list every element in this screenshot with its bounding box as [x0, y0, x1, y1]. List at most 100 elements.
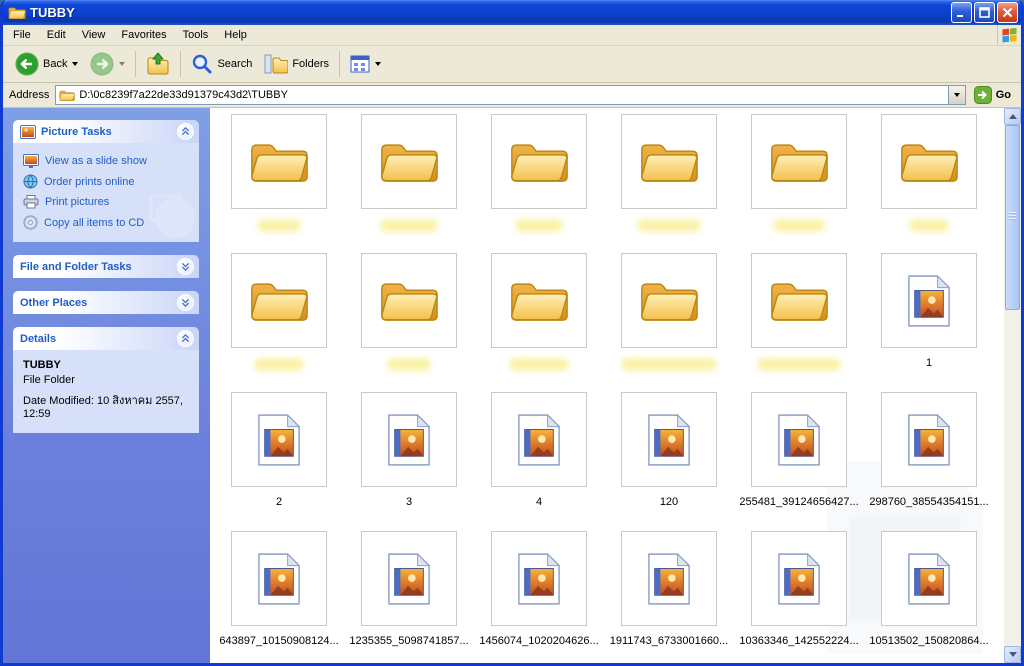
menu-file[interactable]: File	[5, 26, 39, 44]
address-dropdown-button[interactable]	[947, 86, 965, 104]
thumbnail-frame[interactable]	[881, 114, 977, 209]
scroll-up-icon	[1008, 114, 1017, 119]
scrollbar-thumb[interactable]	[1005, 125, 1020, 310]
menu-favorites[interactable]: Favorites	[113, 26, 174, 44]
task-item-view-as-a-slide-show[interactable]: View as a slide show	[20, 151, 195, 171]
thumbnail-frame[interactable]	[751, 253, 847, 348]
thumbnail-frame[interactable]	[751, 114, 847, 209]
folder-item[interactable]	[214, 249, 344, 388]
image-item[interactable]: 2	[214, 388, 344, 527]
image-item[interactable]: 3	[344, 388, 474, 527]
task-item-order-prints-online[interactable]: Order prints online	[20, 171, 195, 192]
thumbnail-frame[interactable]	[881, 253, 977, 348]
thumbnail-frame[interactable]	[231, 531, 327, 626]
thumbnail-frame[interactable]	[491, 114, 587, 209]
minimize-button[interactable]	[951, 2, 972, 23]
thumbnail-frame[interactable]	[231, 392, 327, 487]
image-item[interactable]: 4	[474, 388, 604, 527]
menu-edit[interactable]: Edit	[39, 26, 74, 44]
collapse-chevron-icon[interactable]	[177, 123, 194, 140]
toolbar: Back Search Folders	[3, 46, 1021, 83]
thumbnail-frame[interactable]	[361, 392, 457, 487]
thumbnail-frame[interactable]	[621, 392, 717, 487]
folder-icon	[771, 282, 828, 321]
menu-view[interactable]: View	[74, 26, 114, 44]
censored-file-label	[257, 219, 301, 232]
image-item[interactable]: 1235355_5098741857...	[344, 527, 474, 663]
thumbnail-frame[interactable]	[361, 114, 457, 209]
other-places-header[interactable]: Other Places	[13, 291, 199, 314]
go-button[interactable]: Go	[972, 86, 1017, 104]
window-folder-icon	[8, 5, 26, 21]
thumbnail-frame[interactable]	[231, 114, 327, 209]
folder-item[interactable]	[344, 110, 474, 249]
thumbnail-frame[interactable]	[621, 253, 717, 348]
folder-item[interactable]	[344, 249, 474, 388]
back-button[interactable]: Back	[9, 49, 84, 79]
picture-tasks-header[interactable]: Picture Tasks	[13, 120, 199, 143]
address-input[interactable]: D:\0c8239f7a22de33d91379c43d2\TUBBY	[55, 85, 966, 105]
folder-icon	[511, 282, 568, 321]
scroll-down-button[interactable]	[1004, 646, 1021, 663]
expand-chevron-icon[interactable]	[177, 294, 194, 311]
folders-button[interactable]: Folders	[258, 50, 335, 78]
forward-button[interactable]	[84, 49, 131, 79]
folder-item[interactable]	[474, 249, 604, 388]
search-button[interactable]: Search	[185, 50, 258, 78]
file-label: 298760_38554354151...	[869, 496, 989, 508]
thumbnail-frame[interactable]	[621, 114, 717, 209]
image-item[interactable]: 1456074_1020204626...	[474, 527, 604, 663]
titlebar[interactable]: TUBBY	[3, 0, 1021, 25]
image-item[interactable]: 120	[604, 388, 734, 527]
thumbnail-frame[interactable]	[361, 531, 457, 626]
views-button[interactable]	[344, 51, 387, 77]
close-button[interactable]	[997, 2, 1018, 23]
folder-item[interactable]	[734, 249, 864, 388]
file-folder-tasks-header[interactable]: File and Folder Tasks	[13, 255, 199, 278]
toolbar-separator	[339, 51, 341, 77]
scrollbar-track[interactable]	[1004, 125, 1021, 646]
expand-chevron-icon[interactable]	[177, 258, 194, 275]
up-button[interactable]	[140, 49, 176, 79]
thumbnail-frame[interactable]	[231, 253, 327, 348]
folder-item[interactable]	[864, 110, 994, 249]
thumbnail-frame[interactable]	[491, 253, 587, 348]
folder-item[interactable]	[604, 249, 734, 388]
vertical-scrollbar[interactable]	[1004, 108, 1021, 663]
menu-help[interactable]: Help	[216, 26, 255, 44]
thumbnail-frame[interactable]	[881, 392, 977, 487]
scroll-up-button[interactable]	[1004, 108, 1021, 125]
file-label: 1235355_5098741857...	[349, 635, 469, 647]
folder-item[interactable]	[604, 110, 734, 249]
task-pane-sidebar: Picture Tasks View as a slide show Order …	[3, 108, 210, 663]
thumbnail-frame[interactable]	[751, 392, 847, 487]
print-icon	[23, 195, 39, 209]
details-folder-name: TUBBY	[23, 359, 61, 371]
thumbnail-frame[interactable]	[751, 531, 847, 626]
task-item-print-pictures[interactable]: Print pictures	[20, 192, 195, 212]
file-label: 10513502_150820864...	[869, 635, 989, 647]
thumbnail-frame[interactable]	[621, 531, 717, 626]
image-item[interactable]: 1911743_6733001660...	[604, 527, 734, 663]
thumbnail-frame[interactable]	[491, 392, 587, 487]
folder-item[interactable]	[734, 110, 864, 249]
image-item[interactable]: 10363346_142552224...	[734, 527, 864, 663]
image-item[interactable]: 298760_38554354151...	[864, 388, 994, 527]
menu-tools[interactable]: Tools	[175, 26, 217, 44]
image-item[interactable]: 643897_10150908124...	[214, 527, 344, 663]
file-label: 2	[275, 496, 283, 508]
image-item[interactable]: 255481_39124656427...	[734, 388, 864, 527]
details-header[interactable]: Details	[13, 327, 199, 350]
collapse-chevron-icon[interactable]	[177, 330, 194, 347]
image-item[interactable]: 10513502_150820864...	[864, 527, 994, 663]
thumbnail-frame[interactable]	[881, 531, 977, 626]
folder-item[interactable]	[214, 110, 344, 249]
task-item-copy-all-items-to-cd[interactable]: Copy all items to CD	[20, 212, 195, 233]
image-item[interactable]: 1	[864, 249, 994, 388]
thumbnail-frame[interactable]	[491, 531, 587, 626]
file-label: 255481_39124656427...	[739, 496, 859, 508]
up-folder-icon	[146, 52, 170, 76]
thumbnail-frame[interactable]	[361, 253, 457, 348]
folder-item[interactable]	[474, 110, 604, 249]
maximize-button[interactable]	[974, 2, 995, 23]
